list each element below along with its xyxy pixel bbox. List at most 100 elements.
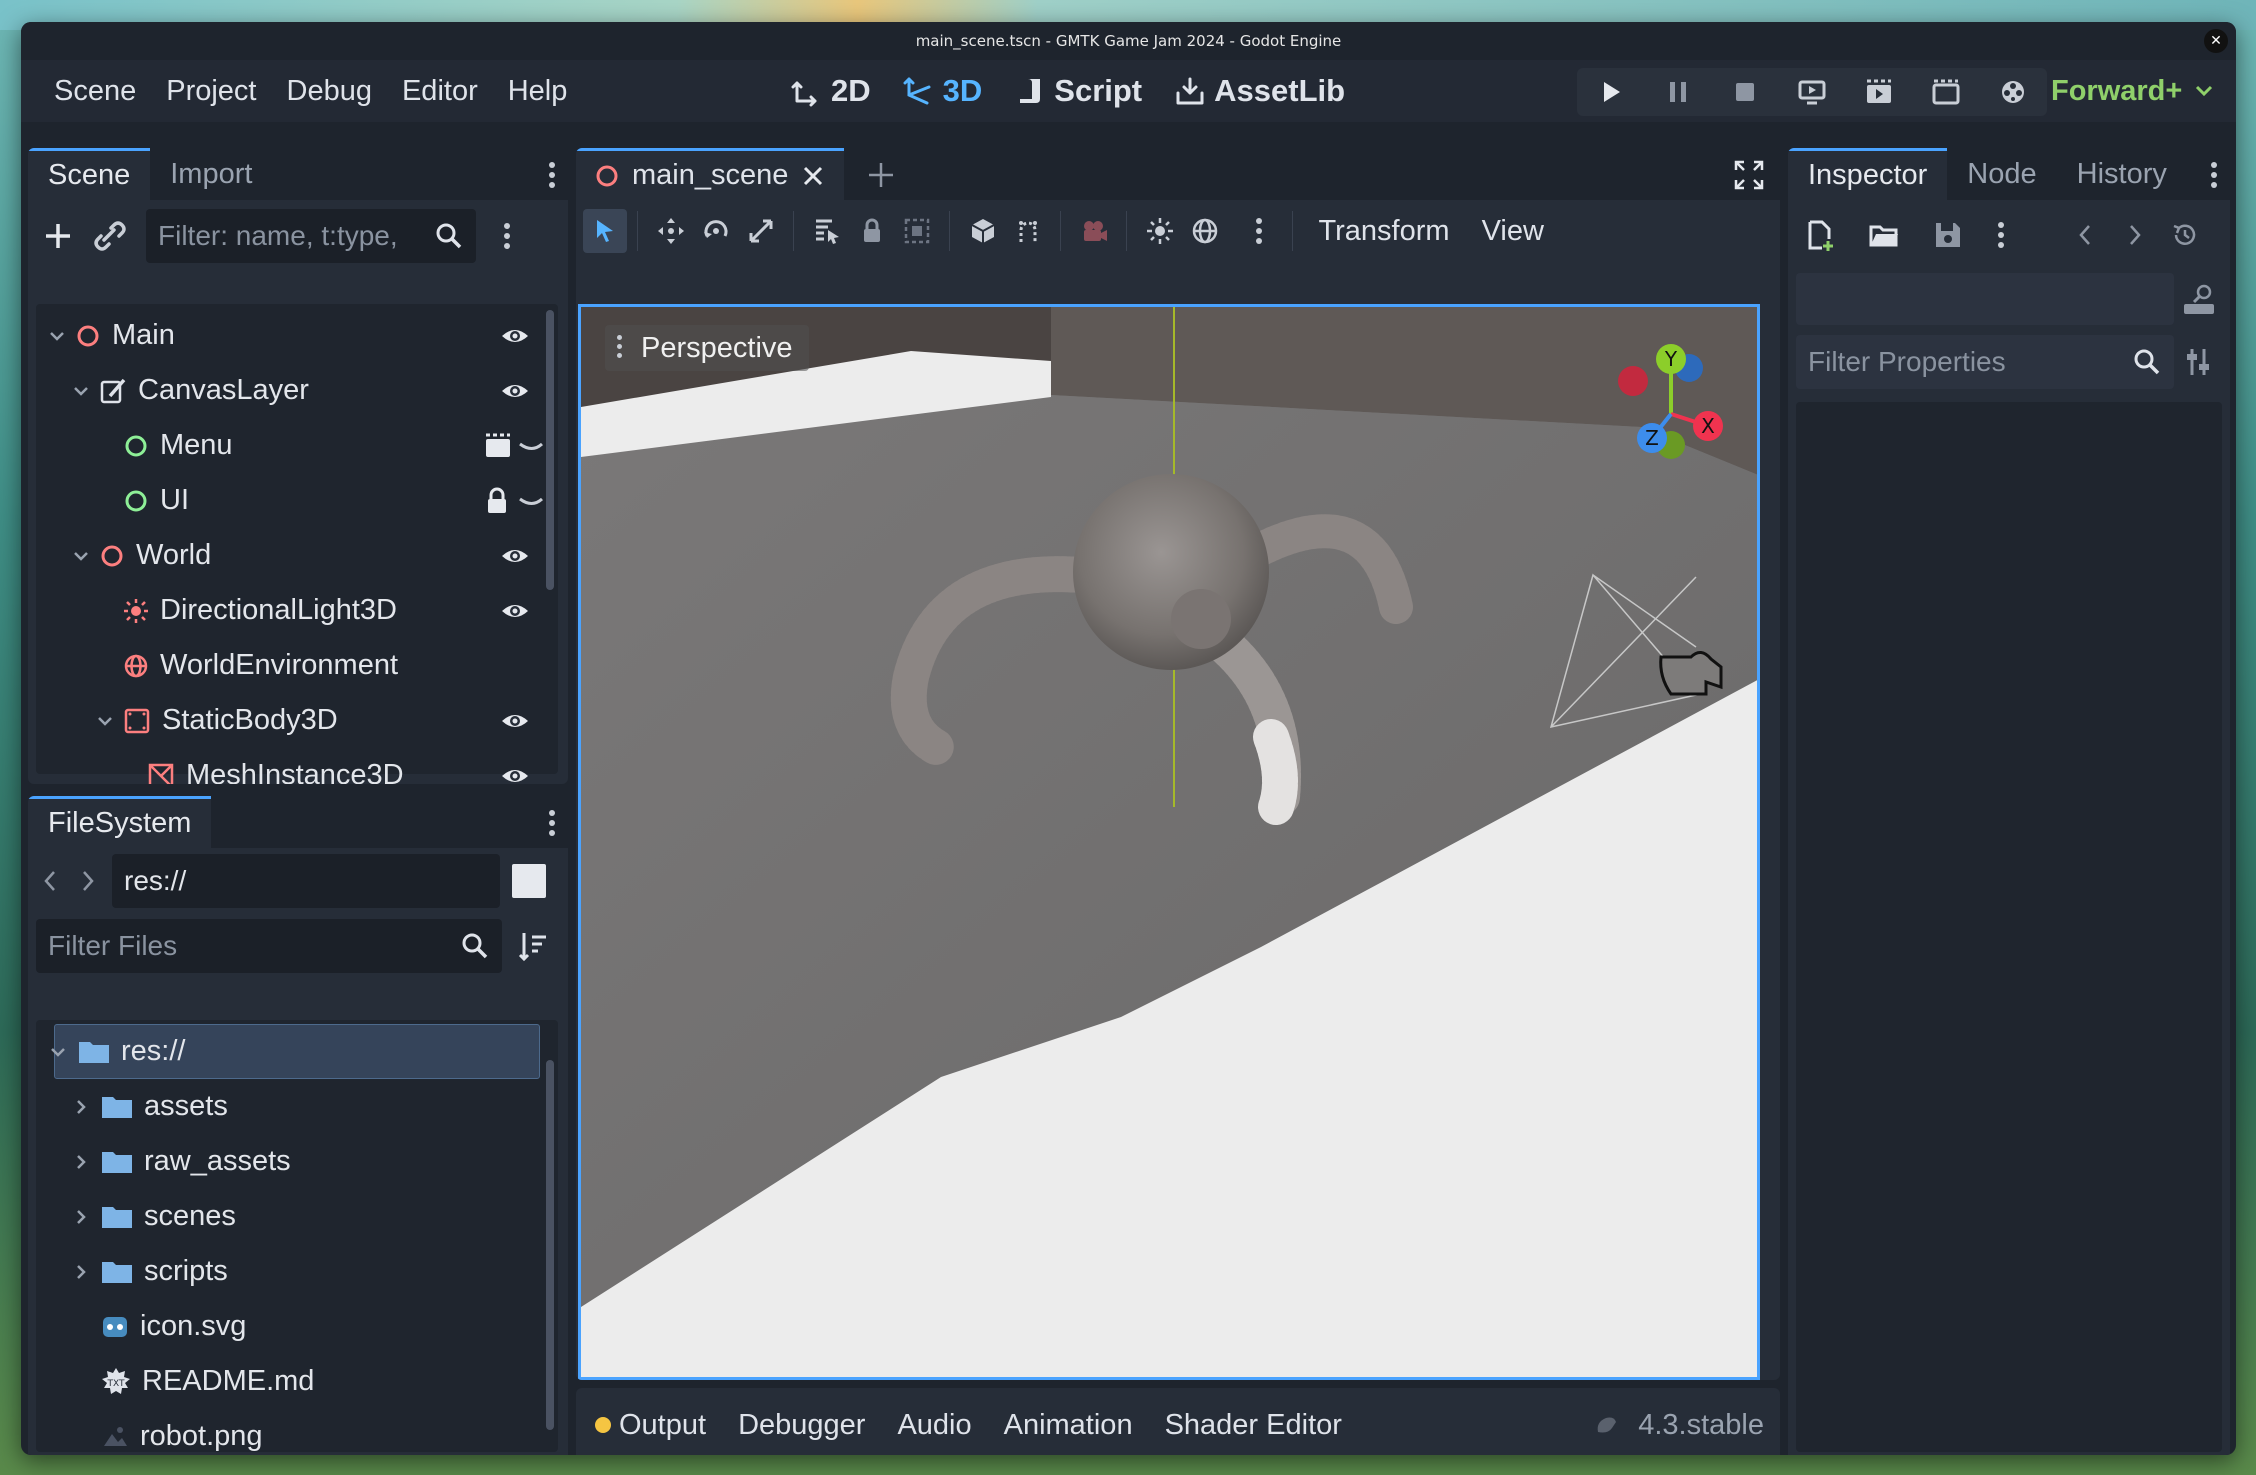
scene-filter-menu-icon[interactable] [502,223,512,249]
sort-icon[interactable] [516,929,550,963]
tab-output[interactable]: Output [619,1409,706,1442]
save-icon[interactable] [1932,219,1964,251]
filesystem-path-input[interactable]: res:// [112,854,500,908]
play-button[interactable] [1591,72,1631,112]
chevron-right-icon[interactable] [71,1262,91,1282]
workspace-2d-button[interactable]: 2D [791,73,871,109]
filesystem-item[interactable]: res:// [51,1024,540,1079]
scene-filter-input[interactable]: Filter: name, t:type, [146,209,476,263]
chevron-down-icon[interactable] [71,381,91,401]
chevron-down-icon[interactable] [47,326,67,346]
chevron-left-icon[interactable] [36,866,66,896]
link-icon[interactable] [90,216,130,256]
scene-tree-row[interactable]: Menu [36,418,558,473]
transform-menu[interactable]: Transform [1303,215,1466,248]
filesystem-item[interactable]: raw_assets [36,1134,558,1189]
menu-project[interactable]: Project [151,75,271,108]
inspector-dock-menu-icon[interactable] [2210,160,2218,190]
inspector-options-icon[interactable] [1998,222,2004,248]
lock-icon[interactable] [484,486,544,516]
filesystem-item[interactable]: robot.png [36,1409,558,1455]
tab-node[interactable]: Node [1947,148,2056,200]
renderer-selector[interactable]: Forward+ [2051,60,2218,122]
menu-scene[interactable]: Scene [39,75,151,108]
movie-maker-button[interactable] [1993,72,2033,112]
eye-icon[interactable] [500,376,530,406]
filter-properties-input[interactable]: Filter Properties [1796,335,2174,389]
tab-debugger[interactable]: Debugger [738,1409,865,1442]
filesystem-item[interactable]: assets [36,1079,558,1134]
perspective-menu[interactable]: Perspective [605,325,809,371]
move-mode-button[interactable] [649,209,693,253]
filesystem-filter-input[interactable]: Filter Files [36,919,502,973]
eye-icon[interactable] [500,596,530,626]
scene-tree-scrollbar[interactable] [546,310,554,590]
close-icon[interactable] [800,163,826,189]
open-docs-icon[interactable] [2182,282,2216,316]
filesystem-dock-menu-icon[interactable] [548,808,556,838]
preview-sun-button[interactable] [1138,209,1182,253]
scene-tree-row[interactable]: Main [36,308,558,363]
eye-icon[interactable] [500,706,530,736]
scene-tree-row[interactable]: StaticBody3D [36,693,558,748]
window-close-button[interactable]: ✕ [2204,29,2228,53]
rotate-mode-button[interactable] [694,209,738,253]
lock-button[interactable] [850,209,894,253]
tab-animation[interactable]: Animation [1004,1409,1133,1442]
history-forward-icon[interactable] [2120,221,2148,249]
chevron-right-icon[interactable] [71,1207,91,1227]
menu-help[interactable]: Help [493,75,583,108]
chevron-right-icon[interactable] [71,1097,91,1117]
scene-dock-menu-icon[interactable] [548,160,556,190]
scene-tree-row[interactable]: UI [36,473,558,528]
scale-mode-button[interactable] [739,209,783,253]
viewport-options-icon[interactable] [1237,209,1281,253]
scene-tab-main-scene[interactable]: main_scene [576,148,845,200]
list-select-button[interactable] [805,209,849,253]
filesystem-item[interactable]: icon.svg [36,1299,558,1354]
filesystem-item[interactable]: scenes [36,1189,558,1244]
tab-shader-editor[interactable]: Shader Editor [1165,1409,1342,1442]
add-node-icon[interactable] [38,216,78,256]
3d-viewport[interactable]: Perspective Y X Z [578,304,1760,1380]
camera-override-button[interactable] [1072,209,1116,253]
scene-tree-row[interactable]: MeshInstance3D [36,748,558,784]
group-button[interactable] [895,209,939,253]
chevron-down-icon[interactable] [48,1042,68,1062]
eye-icon[interactable] [500,321,530,351]
workspace-assetlib-button[interactable]: AssetLib [1174,73,1345,109]
scene-tree-row[interactable]: CanvasLayer [36,363,558,418]
tab-scene[interactable]: Scene [28,148,151,200]
eye-icon[interactable] [500,761,530,785]
property-settings-icon[interactable] [2182,346,2214,378]
snap-button[interactable] [1006,209,1050,253]
open-folder-icon[interactable] [1868,219,1900,251]
scene-tree-row[interactable]: DirectionalLight3D [36,583,558,638]
play-custom-scene-button[interactable] [1926,72,1966,112]
pause-button[interactable] [1658,72,1698,112]
select-mode-button[interactable] [582,209,627,253]
new-resource-icon[interactable] [1804,219,1836,251]
add-scene-tab-icon[interactable] [864,158,898,192]
preview-environment-button[interactable] [1183,209,1227,253]
menu-debug[interactable]: Debug [272,75,387,108]
window-titlebar[interactable]: main_scene.tscn - GMTK Game Jam 2024 - G… [21,22,2236,60]
menu-editor[interactable]: Editor [387,75,493,108]
history-back-icon[interactable] [2072,221,2100,249]
tab-audio[interactable]: Audio [897,1409,971,1442]
filesystem-item[interactable]: scripts [36,1244,558,1299]
view-menu[interactable]: View [1466,215,1560,248]
axis-gizmo[interactable]: Y X Z [1596,329,1746,479]
tab-history[interactable]: History [2057,148,2187,200]
instance-icon[interactable] [484,431,544,461]
fullscreen-icon[interactable] [1732,158,1766,192]
scene-tree-row[interactable]: World [36,528,558,583]
recent-history-icon[interactable] [2170,220,2200,250]
chevron-down-icon[interactable] [95,711,115,731]
chevron-right-icon[interactable] [72,866,102,896]
filesystem-tree-scrollbar[interactable] [546,1060,554,1430]
scene-tree-row[interactable]: WorldEnvironment [36,638,558,693]
local-space-button[interactable] [961,209,1005,253]
filesystem-item[interactable]: TXT README.md [36,1354,558,1409]
tab-filesystem[interactable]: FileSystem [28,796,212,848]
